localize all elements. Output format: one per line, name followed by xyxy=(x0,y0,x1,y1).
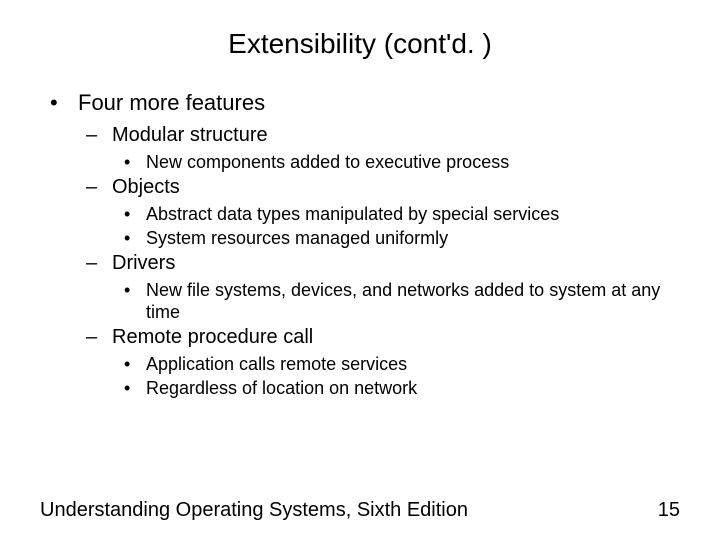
bullet-icon: • xyxy=(124,279,146,324)
level3-item: • New file systems, devices, and network… xyxy=(124,279,680,324)
bullet-icon: • xyxy=(124,227,146,250)
bullet-icon: • xyxy=(124,377,146,400)
slide-footer: Understanding Operating Systems, Sixth E… xyxy=(40,499,680,522)
slide-body: • Four more features – Modular structure… xyxy=(40,90,680,400)
level3-text: New components added to executive proces… xyxy=(146,151,509,174)
level3-item: • Regardless of location on network xyxy=(124,377,680,400)
bullet-icon: • xyxy=(124,151,146,174)
level3-text: Regardless of location on network xyxy=(146,377,417,400)
footer-text: Understanding Operating Systems, Sixth E… xyxy=(40,499,468,522)
dash-icon: – xyxy=(86,176,112,199)
bullet-icon: • xyxy=(124,203,146,226)
dash-icon: – xyxy=(86,326,112,349)
level3-item: • New components added to executive proc… xyxy=(124,151,680,174)
level3-item: • Abstract data types manipulated by spe… xyxy=(124,203,680,226)
level2-item: – Remote procedure call xyxy=(86,326,680,349)
level2-item: – Modular structure xyxy=(86,124,680,147)
level2-text: Drivers xyxy=(112,252,175,275)
level2-text: Objects xyxy=(112,176,180,199)
level3-text: New file systems, devices, and networks … xyxy=(146,279,680,324)
level3-text: Application calls remote services xyxy=(146,353,407,376)
level1-text: Four more features xyxy=(78,90,265,116)
level1-item: • Four more features xyxy=(50,90,680,116)
bullet-icon: • xyxy=(124,353,146,376)
level2-item: – Drivers xyxy=(86,252,680,275)
level3-item: • Application calls remote services xyxy=(124,353,680,376)
page-number: 15 xyxy=(658,499,680,522)
level2-item: – Objects xyxy=(86,176,680,199)
level3-text: System resources managed uniformly xyxy=(146,227,448,250)
dash-icon: – xyxy=(86,252,112,275)
level2-text: Remote procedure call xyxy=(112,326,313,349)
bullet-icon: • xyxy=(50,90,78,116)
level3-text: Abstract data types manipulated by speci… xyxy=(146,203,559,226)
level3-item: • System resources managed uniformly xyxy=(124,227,680,250)
dash-icon: – xyxy=(86,124,112,147)
slide-title: Extensibility (cont'd. ) xyxy=(40,28,680,60)
level2-text: Modular structure xyxy=(112,124,268,147)
